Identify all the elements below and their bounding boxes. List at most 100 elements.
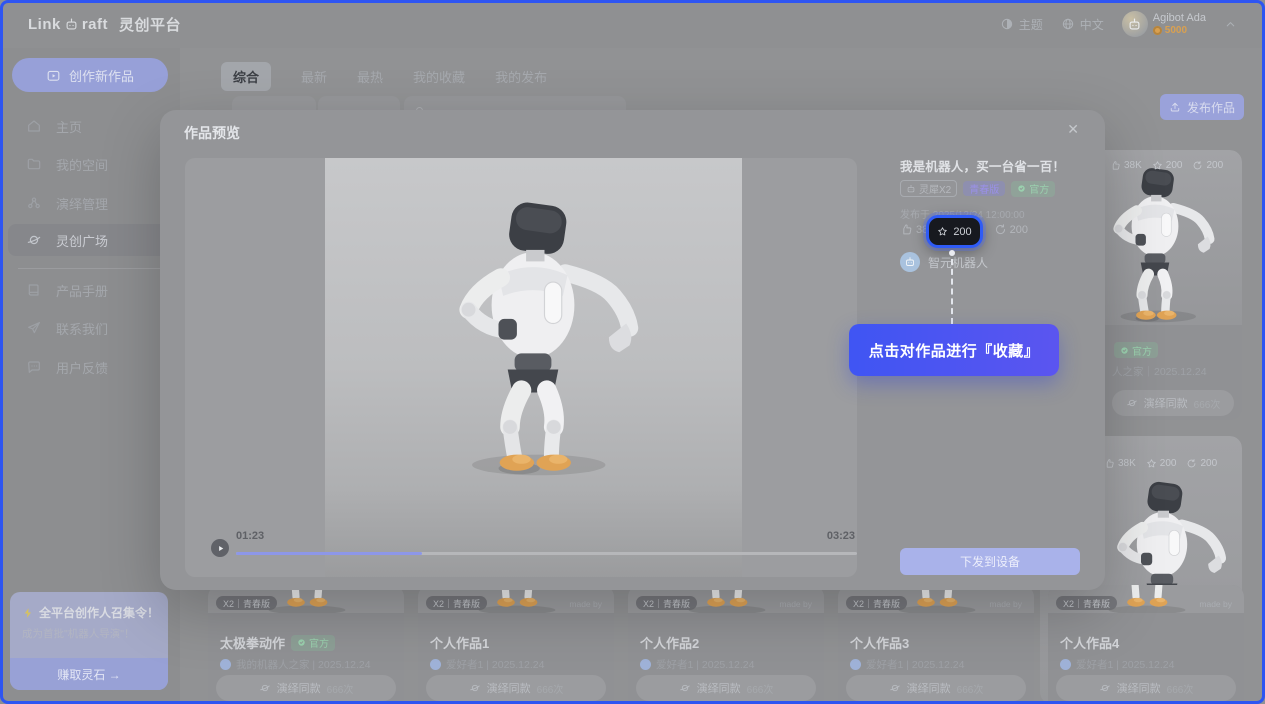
share-stat[interactable]: 200 [1186,458,1217,469]
favorite-button-spotlight[interactable]: 200 [926,215,983,248]
theme-label: 主题 [1019,16,1043,33]
author-meta: 爱好者1 | 2025.12.24 [656,657,754,672]
folder-icon [26,156,42,172]
work-card-bottom-4[interactable]: X2｜青春版 made by 个人作品3 爱好者1 | 2025.12.24 演… [838,585,1034,704]
coin-balance: 5000 [1165,26,1187,36]
edition-tag: 青春版 [963,181,1005,196]
logo-text-prefix: Link [28,16,61,33]
publish-work-button[interactable]: 发布作品 [1160,94,1244,120]
user-menu[interactable]: Agibot Ada 5000 [1122,11,1206,37]
creator-promo-card: 全平台创作人召集令！ 成为首批"机器人导演"！ 赚取灵石 → [10,592,168,690]
current-time: 01:23 [236,530,264,542]
sidebar-item-user-feedback[interactable]: 用户反馈 [26,353,108,381]
thumb-up-icon [900,223,913,236]
work-card-bottom-3[interactable]: X2｜青春版 made by 个人作品2 爱好者1 | 2025.12.24 演… [628,585,824,704]
language-switch[interactable]: 中文 [1061,16,1104,33]
feed-tabs: 综合 最新 最热 我的收藏 我的发布 [221,62,547,90]
planet-icon [889,682,901,694]
work-card-bottom-2[interactable]: X2｜青春版 made by 个人作品1 爱好者1 | 2025.12.24 演… [418,585,614,704]
work-card-bottom-1[interactable]: X2｜青春版 太极拳动作 官方 我的机器人之家 | 2025.12.24 演绎同… [208,585,404,704]
work-card-bottom-5[interactable]: X2｜青春版 made by 个人作品4 爱好者1 | 2025.12.24 演… [1048,585,1244,704]
share-icon [1192,160,1203,171]
favorite-stat[interactable]: 200 [1146,458,1177,469]
user-name: Agibot Ada [1153,13,1206,24]
author-meta: 爱好者1 | 2025.12.24 [446,657,544,672]
remix-button[interactable]: 演绎同款 666次 [1112,390,1234,416]
progress-fill [236,552,422,555]
bolt-icon [22,607,34,619]
deploy-to-device-button[interactable]: 下发到设备 [900,548,1080,575]
logo-robot-icon [64,17,79,32]
work-tags: 灵犀X2 青春版 官方 [900,180,1055,197]
work-title: 个人作品1 [430,633,489,652]
author-avatar [1060,659,1071,670]
create-work-button[interactable]: 创作新作品 [12,58,168,92]
earn-gems-button[interactable]: 赚取灵石 → [10,658,168,690]
author-avatar [900,252,920,272]
chevron-up-icon[interactable] [1224,18,1237,31]
planet-icon [469,682,481,694]
sidebar-item-performance-mgmt[interactable]: 演绎管理 [26,189,108,217]
home-icon [26,118,42,134]
connector-dot [949,250,955,256]
share-icon [1186,458,1197,469]
favorite-stat[interactable]: 200 [1152,160,1183,171]
author-row[interactable]: 智元机器人 [900,252,988,272]
work-meta: 人之家｜2025.12.24 [1112,364,1207,379]
create-work-label: 创作新作品 [69,66,134,85]
star-icon [937,226,948,237]
play-button[interactable] [211,539,229,557]
like-stat[interactable]: 38K [1104,458,1136,469]
share-stat[interactable]: 200 [1192,160,1223,171]
logo-text-suffix: raft [82,16,108,33]
user-avatar [1122,11,1148,37]
avatar-robot-icon [1127,17,1142,32]
author-avatar [850,659,861,670]
author-avatar [220,659,231,670]
seek-bar[interactable] [236,552,857,555]
share-stat[interactable]: 200 [994,223,1028,236]
duration: 03:23 [827,530,855,542]
nodes-icon [26,195,42,211]
work-title: 我是机器人，买一台省一百！ [900,156,1090,175]
book-icon [26,282,42,298]
theme-toggle[interactable]: 主题 [1000,16,1043,33]
tab-newest[interactable]: 最新 [301,67,327,86]
theme-icon [1000,17,1014,31]
tab-my-posts[interactable]: 我的发布 [495,67,547,86]
sidebar-item-my-space[interactable]: 我的空间 [26,150,108,178]
sidebar-item-home[interactable]: 主页 [26,112,82,140]
connector-dashed-line [951,259,953,324]
app-logo: Link raft 灵创平台 [28,0,181,48]
sidebar-item-lingchuang-plaza[interactable]: 灵创广场 [8,224,174,256]
model-badge: X2｜青春版 [426,596,487,610]
video-shade [325,487,742,577]
author-avatar [430,659,441,670]
watermark: made by [989,599,1022,609]
tab-my-favorites[interactable]: 我的收藏 [413,67,465,86]
official-tag: 官方 [1114,342,1158,358]
promo-subtitle: 成为首批"机器人导演"！ [22,626,134,641]
language-label: 中文 [1080,16,1104,33]
app-window: Link raft 灵创平台 主题 中文 Agibot Ada [0,0,1265,704]
tab-hottest[interactable]: 最热 [357,67,383,86]
remix-button[interactable]: 演绎同款 666次 [216,675,396,701]
paper-plane-icon [26,320,42,336]
planet-icon [1126,397,1138,409]
sidebar: 创作新作品 主页 我的空间 演绎管理 灵创广场 产品手册 联系我们 [0,48,180,704]
remix-button[interactable]: 演绎同款 666次 [636,675,816,701]
remix-button[interactable]: 演绎同款 666次 [1056,675,1236,701]
sidebar-item-contact-us[interactable]: 联系我们 [26,314,108,342]
video-frame [325,158,742,577]
like-stat[interactable]: 38K [1110,160,1142,171]
sidebar-item-product-manual[interactable]: 产品手册 [26,276,108,304]
work-title: 个人作品3 [850,633,909,652]
remix-button[interactable]: 演绎同款 666次 [426,675,606,701]
close-icon[interactable]: ✕ [1067,121,1079,138]
author-meta: 爱好者1 | 2025.12.24 [1076,657,1174,672]
official-tag: 官方 [1011,181,1055,197]
tab-comprehensive[interactable]: 综合 [221,62,271,91]
remix-button[interactable]: 演绎同款 666次 [846,675,1026,701]
thumb-up-icon [1110,160,1121,171]
promo-title: 全平台创作人召集令！ [39,604,159,621]
